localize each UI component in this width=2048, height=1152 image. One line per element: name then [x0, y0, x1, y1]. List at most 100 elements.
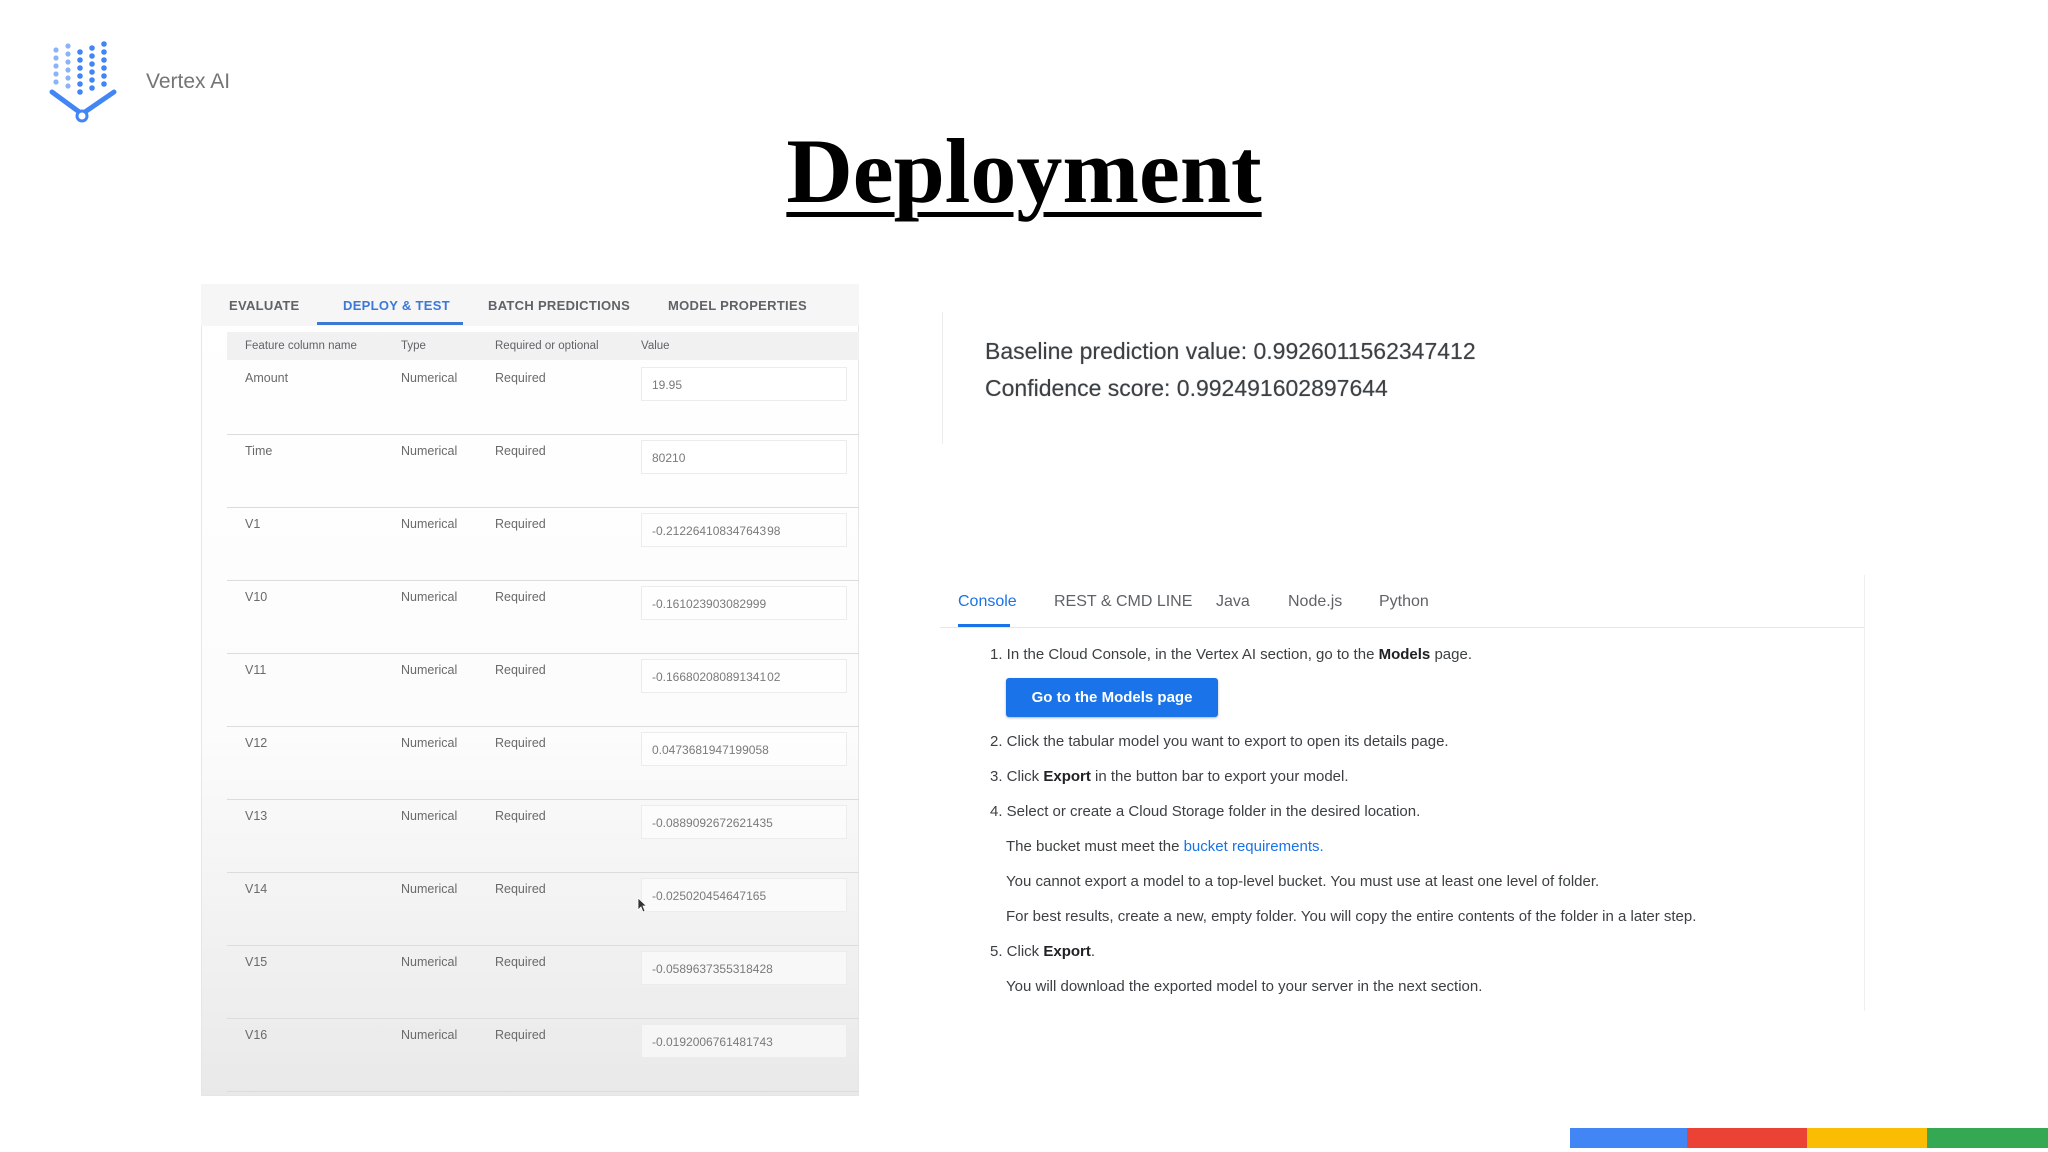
feature-name: Amount	[245, 371, 289, 385]
slide-title: Deployment	[786, 120, 1262, 222]
feature-value-input[interactable]: -0.0589637355318428	[641, 951, 847, 985]
step-4: 4. Select or create a Cloud Storage fold…	[990, 803, 1421, 820]
step-3-text: 3. Click	[990, 768, 1044, 785]
feature-required: Required	[495, 517, 546, 531]
tab-rest-cmd-line[interactable]: REST & CMD LINE	[1054, 593, 1192, 611]
col-feature-name: Feature column name	[245, 340, 357, 352]
step-5: 5. Click Export.	[990, 943, 1095, 960]
feature-required: Required	[495, 1028, 546, 1042]
step-5-text-end: .	[1090, 943, 1096, 960]
feature-value-input[interactable]: -0.0889092672621435	[641, 805, 847, 839]
mouse-cursor-icon	[637, 897, 647, 913]
col-type: Type	[401, 340, 426, 352]
folder-note: You cannot export a model to a top-level…	[1006, 873, 1600, 890]
tab-console[interactable]: Console	[958, 593, 1017, 611]
best-results-note: For best results, create a new, empty fo…	[1006, 908, 1697, 925]
feature-required: Required	[495, 444, 546, 458]
tab-nodejs[interactable]: Node.js	[1288, 593, 1342, 611]
tab-deploy-test[interactable]: DEPLOY & TEST	[343, 298, 450, 313]
active-tab-indicator	[958, 624, 1010, 627]
baseline-prediction-value: Baseline prediction value: 0.99260115623…	[985, 338, 1476, 364]
model-tabs: EVALUATE DEPLOY & TEST BATCH PREDICTIONS…	[201, 284, 859, 326]
active-tab-indicator	[317, 322, 463, 325]
step-2: 2. Click the tabular model you want to e…	[990, 733, 1449, 750]
feature-required: Required	[495, 882, 546, 896]
confidence-score: Confidence score: 0.992491602897644	[985, 375, 1388, 401]
feature-value-input[interactable]: -0.212264108347643 98	[641, 513, 847, 547]
feature-type: Numerical	[401, 1028, 458, 1042]
feature-name: V10	[245, 590, 268, 604]
vertex-ai-logo-icon	[49, 41, 117, 123]
step-1: 1. In the Cloud Console, in the Vertex A…	[990, 646, 1472, 663]
table-row: Time Numerical Required 80210	[227, 434, 859, 508]
feature-table-header: Feature column name Type Required or opt…	[227, 332, 859, 360]
color-bar-yellow	[1807, 1128, 1927, 1148]
feature-type: Numerical	[401, 736, 458, 750]
step-1-bold: Models	[1378, 646, 1431, 663]
language-tabs: Console REST & CMD LINE Java Node.js Pyt…	[940, 575, 1864, 628]
table-row: V11 Numerical Required -0.16680208089134…	[227, 653, 859, 727]
feature-value-input[interactable]: -0.161023903082999	[641, 586, 847, 620]
feature-required: Required	[495, 371, 546, 385]
table-row: V10 Numerical Required -0.16102390308299…	[227, 580, 859, 654]
table-row: V1 Numerical Required -0.212264108347643…	[227, 507, 859, 581]
feature-value-input[interactable]: -0.025020454647165	[641, 878, 847, 912]
table-row: V12 Numerical Required 0.047368194719905…	[227, 726, 859, 800]
feature-required: Required	[495, 590, 546, 604]
tab-evaluate[interactable]: EVALUATE	[229, 298, 300, 313]
step-5-text: 5. Click	[990, 943, 1044, 960]
feature-required: Required	[495, 809, 546, 823]
feature-required: Required	[495, 663, 546, 677]
feature-type: Numerical	[401, 444, 458, 458]
feature-type: Numerical	[401, 371, 458, 385]
deploy-test-panel: EVALUATE DEPLOY & TEST BATCH PREDICTIONS…	[201, 284, 859, 1096]
step-1-text-end: page.	[1430, 646, 1472, 663]
feature-type: Numerical	[401, 955, 458, 969]
go-to-models-button[interactable]: Go to the Models page	[1006, 678, 1218, 717]
table-row: V16 Numerical Required -0.01920067614817…	[227, 1018, 859, 1092]
feature-name: Time	[245, 444, 273, 458]
feature-name: V14	[245, 882, 268, 896]
feature-type: Numerical	[401, 882, 458, 896]
table-row: Amount Numerical Required 19.95	[227, 361, 859, 435]
feature-required: Required	[495, 955, 546, 969]
tab-python[interactable]: Python	[1379, 593, 1429, 611]
feature-name: V11	[245, 663, 267, 677]
col-value: Value	[641, 340, 670, 352]
bucket-note-text: The bucket must meet the	[1006, 838, 1184, 855]
tab-java[interactable]: Java	[1216, 593, 1250, 611]
tab-model-properties[interactable]: MODEL PROPERTIES	[668, 298, 807, 313]
feature-type: Numerical	[401, 809, 458, 823]
feature-type: Numerical	[401, 663, 458, 677]
download-note: You will download the exported model to …	[1006, 978, 1483, 995]
table-row: V15 Numerical Required -0.05896373553184…	[227, 945, 859, 1019]
step-3: 3. Click Export in the button bar to exp…	[990, 768, 1349, 785]
color-bar-red	[1687, 1128, 1807, 1148]
table-row: V14 Numerical Required -0.02502045464716…	[227, 872, 859, 946]
feature-type: Numerical	[401, 517, 458, 531]
feature-value-input[interactable]: 0.0473681947199058	[641, 732, 847, 766]
feature-name: V13	[245, 809, 268, 823]
feature-type: Numerical	[401, 590, 458, 604]
bucket-note: The bucket must meet the bucket requirem…	[1006, 838, 1324, 855]
col-required: Required or optional	[495, 340, 599, 352]
feature-value-input[interactable]: -0.0192006761481743	[641, 1024, 847, 1058]
feature-value-input[interactable]: -0.166802080891341 02	[641, 659, 847, 693]
feature-value-input[interactable]: 19.95	[641, 367, 847, 401]
tab-batch-predictions[interactable]: BATCH PREDICTIONS	[488, 298, 630, 313]
step-5-bold: Export	[1043, 943, 1091, 960]
feature-name: V15	[245, 955, 268, 969]
feature-required: Required	[495, 736, 546, 750]
feature-name: V16	[245, 1028, 268, 1042]
prediction-divider	[942, 312, 943, 444]
feature-name: V1	[245, 517, 261, 531]
step-3-bold: Export	[1043, 768, 1091, 785]
brand-name: Vertex AI	[146, 70, 231, 93]
color-bar-green	[1927, 1128, 2048, 1148]
feature-value-input[interactable]: 80210	[641, 440, 847, 474]
bucket-requirements-link[interactable]: bucket requirements.	[1184, 838, 1324, 855]
table-row: V13 Numerical Required -0.08890926726214…	[227, 799, 859, 873]
step-3-text-end: in the button bar to export your model.	[1090, 768, 1349, 785]
color-bar-blue	[1570, 1128, 1687, 1148]
step-1-text: 1. In the Cloud Console, in the Vertex A…	[990, 646, 1379, 663]
